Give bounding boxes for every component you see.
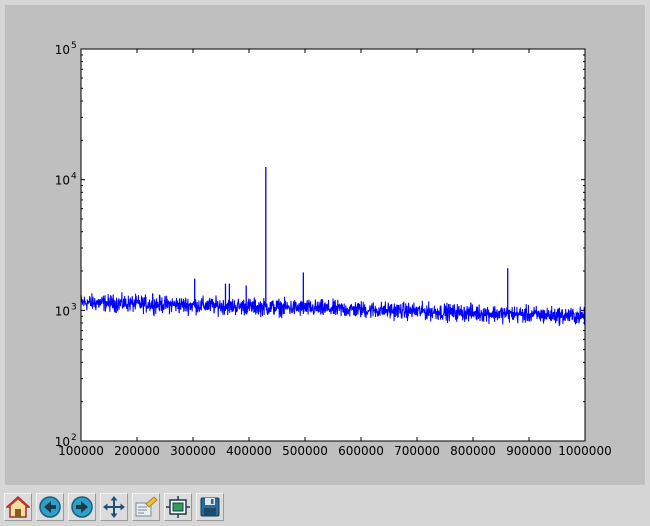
x-tick-label-8: 900000 bbox=[506, 444, 552, 458]
y-tick-label-exponent: 3 bbox=[71, 302, 77, 312]
x-tick-label-2: 300000 bbox=[170, 444, 216, 458]
configure-subplots-icon bbox=[166, 496, 190, 518]
x-tick-label-1: 200000 bbox=[114, 444, 160, 458]
y-tick-label-2: 10 4 bbox=[55, 172, 77, 188]
home-button[interactable] bbox=[4, 493, 32, 521]
x-tick-label-5: 600000 bbox=[338, 444, 384, 458]
zoom-button[interactable] bbox=[132, 493, 160, 521]
y-tick-label-base: 10 bbox=[55, 43, 70, 57]
y-tick-label-base: 10 bbox=[55, 304, 70, 318]
pan-button[interactable] bbox=[100, 493, 128, 521]
zoom-rect-icon bbox=[135, 496, 158, 517]
y-tick-label-exponent: 2 bbox=[71, 433, 77, 443]
forward-arrow-icon bbox=[71, 496, 93, 518]
figure-canvas: 100000 200000 300000 400000 500000 600000 7000… bbox=[5, 5, 645, 485]
x-tick-label-9: 1000000 bbox=[558, 444, 611, 458]
axes-background bbox=[81, 49, 585, 441]
y-tick-label-exponent: 4 bbox=[71, 172, 77, 182]
floppy-disk-icon bbox=[200, 497, 220, 517]
x-tick-label-6: 700000 bbox=[394, 444, 440, 458]
x-tick-labels: 100000 200000 300000 400000 500000 600000 7000… bbox=[58, 444, 612, 458]
move-arrows-icon bbox=[103, 496, 125, 518]
y-tick-label-exponent: 5 bbox=[71, 41, 77, 51]
back-arrow-icon bbox=[39, 496, 61, 518]
forward-button[interactable] bbox=[68, 493, 96, 521]
back-button[interactable] bbox=[36, 493, 64, 521]
y-tick-label-base: 10 bbox=[55, 435, 70, 449]
y-tick-label-1: 10 3 bbox=[55, 302, 77, 318]
y-tick-label-3: 10 5 bbox=[55, 41, 77, 57]
y-tick-labels: 10 210 310 410 5 bbox=[55, 41, 77, 449]
x-tick-label-3: 400000 bbox=[226, 444, 272, 458]
save-button[interactable] bbox=[196, 493, 224, 521]
subplots-button[interactable] bbox=[164, 493, 192, 521]
navigation-toolbar bbox=[0, 489, 650, 526]
x-tick-label-7: 800000 bbox=[450, 444, 496, 458]
home-icon bbox=[6, 495, 30, 518]
y-tick-label-base: 10 bbox=[55, 174, 70, 188]
figure-window: 100000 200000 300000 400000 500000 600000 7000… bbox=[0, 0, 650, 489]
plot-area: 100000 200000 300000 400000 500000 600000 7000… bbox=[55, 41, 612, 458]
x-tick-label-4: 500000 bbox=[282, 444, 328, 458]
